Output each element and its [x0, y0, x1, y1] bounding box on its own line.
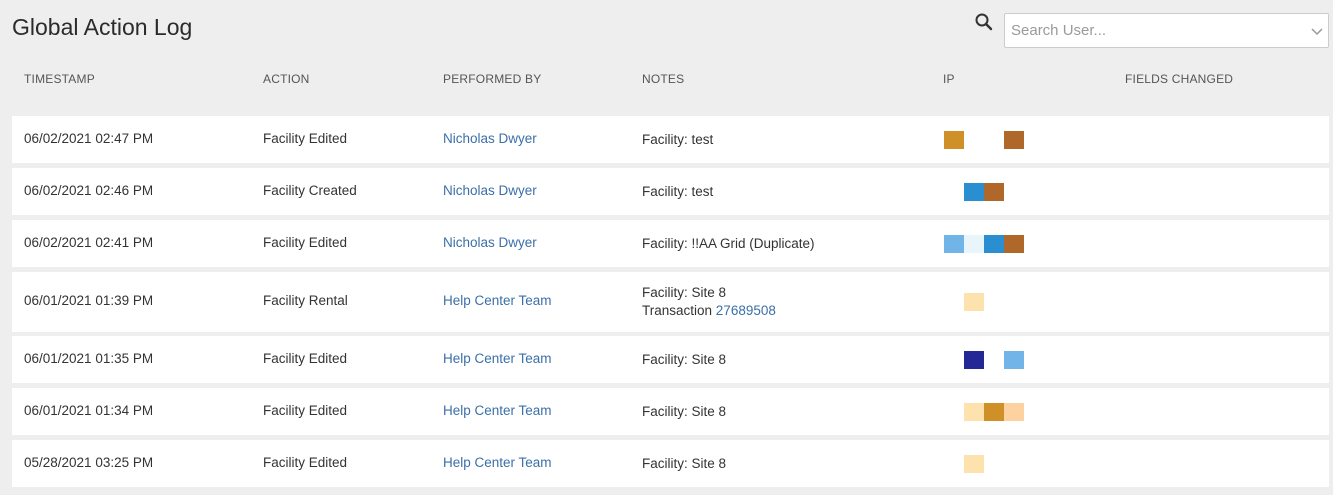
column-header-fields-changed[interactable]: FIELDS CHANGED [1125, 72, 1233, 86]
table-row[interactable]: 06/02/2021 02:41 PM Facility Edited Nichol… [12, 220, 1329, 267]
ip-redaction-block [964, 403, 984, 421]
timestamp-cell: 06/01/2021 01:34 PM [24, 403, 154, 418]
performed-by-link[interactable]: Help Center Team [443, 455, 552, 470]
column-header-ip[interactable]: IP [943, 72, 955, 86]
transaction-label: Transaction [642, 303, 716, 318]
performed-by-link[interactable]: Help Center Team [443, 403, 552, 418]
chevron-down-icon[interactable] [1310, 24, 1324, 38]
ip-redaction-block [944, 131, 964, 149]
table-header: TIMESTAMP ACTION PERFORMED BY NOTES IP F… [12, 72, 1329, 92]
action-cell: Facility Created [263, 183, 357, 198]
notes-cell: Facility: test [642, 183, 713, 201]
action-cell: Facility Edited [263, 235, 348, 250]
ip-redaction-block [1004, 235, 1024, 253]
column-header-timestamp[interactable]: TIMESTAMP [24, 72, 95, 86]
notes-text: Facility: test [642, 184, 714, 199]
ip-redaction-block [984, 235, 1004, 253]
page-title: Global Action Log [12, 14, 193, 40]
notes-text: Facility: test [642, 132, 714, 147]
column-header-notes[interactable]: NOTES [642, 72, 684, 86]
notes-text: Facility: !!AA Grid (Duplicate) [642, 236, 815, 251]
timestamp-cell: 06/01/2021 01:35 PM [24, 351, 154, 366]
transaction-link[interactable]: 27689508 [716, 303, 776, 318]
performed-by-link[interactable]: Help Center Team [443, 351, 552, 366]
notes-cell: Facility: Site 8 [642, 455, 726, 473]
ip-redaction-block [1004, 131, 1024, 149]
search-icon[interactable] [974, 12, 994, 32]
notes-transaction-line: Transaction 27689508 [642, 302, 776, 320]
timestamp-cell: 06/02/2021 02:47 PM [24, 131, 154, 146]
ip-redaction-block [964, 455, 984, 473]
search-user-input[interactable] [1005, 14, 1295, 47]
table-row[interactable]: 06/01/2021 01:35 PM Facility Edited Help C… [12, 336, 1329, 383]
timestamp-cell: 06/01/2021 01:39 PM [24, 293, 154, 308]
notes-cell: Facility: Site 8 [642, 403, 726, 421]
notes-cell: Facility: Site 8 Transaction 27689508 [642, 284, 776, 320]
search-user-select[interactable] [1004, 13, 1329, 48]
column-header-performed-by[interactable]: PERFORMED BY [443, 72, 541, 86]
notes-cell: Facility: !!AA Grid (Duplicate) [642, 235, 815, 253]
ip-redaction-block [964, 183, 984, 201]
ip-redaction-block [1004, 351, 1024, 369]
notes-cell: Facility: Site 8 [642, 351, 726, 369]
notes-text: Facility: Site 8 [642, 456, 727, 471]
notes-text: Facility: Site 8 [642, 285, 727, 300]
ip-redaction-block [964, 235, 984, 253]
performed-by-link[interactable]: Help Center Team [443, 293, 552, 308]
performed-by-link[interactable]: Nicholas Dwyer [443, 183, 537, 198]
action-cell: Facility Edited [263, 131, 348, 146]
table-row[interactable]: 06/02/2021 02:46 PM Facility Created Nicho… [12, 168, 1329, 215]
ip-redaction-block [964, 293, 984, 311]
action-cell: Facility Rental [263, 293, 348, 308]
performed-by-link[interactable]: Nicholas Dwyer [443, 235, 537, 250]
table-row[interactable]: 05/28/2021 03:25 PM Facility Edited Help C… [12, 440, 1329, 487]
ip-redaction-block [944, 235, 964, 253]
timestamp-cell: 06/02/2021 02:41 PM [24, 235, 154, 250]
ip-redaction-block [964, 351, 984, 369]
notes-text: Facility: Site 8 [642, 404, 727, 419]
performed-by-link[interactable]: Nicholas Dwyer [443, 131, 537, 146]
action-cell: Facility Edited [263, 403, 348, 418]
notes-text: Facility: Site 8 [642, 352, 727, 367]
table-row[interactable]: 06/01/2021 01:34 PM Facility Edited Help C… [12, 388, 1329, 435]
timestamp-cell: 06/02/2021 02:46 PM [24, 183, 154, 198]
ip-redaction-block [984, 183, 1004, 201]
timestamp-cell: 05/28/2021 03:25 PM [24, 455, 154, 470]
notes-cell: Facility: test [642, 131, 713, 149]
ip-redaction-block [1004, 403, 1024, 421]
table-row[interactable]: 06/01/2021 01:39 PM Facility Rental Help C… [12, 272, 1329, 332]
ip-redaction-block [984, 403, 1004, 421]
column-header-action[interactable]: ACTION [263, 72, 310, 86]
action-cell: Facility Edited [263, 455, 348, 470]
table-row[interactable]: 06/02/2021 02:47 PM Facility Edited Nichol… [12, 116, 1329, 163]
action-cell: Facility Edited [263, 351, 348, 366]
